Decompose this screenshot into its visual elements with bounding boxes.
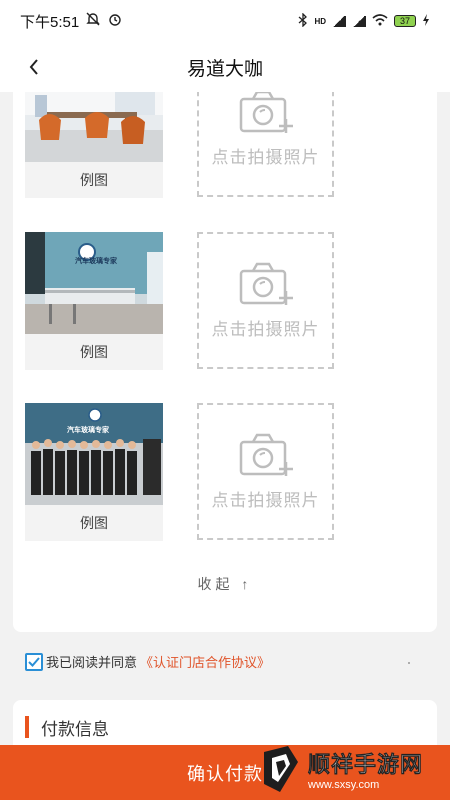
charging-icon xyxy=(422,13,430,29)
collapse-button[interactable]: 收起 ↑ xyxy=(13,574,437,594)
example-label: 例图 xyxy=(80,172,108,188)
agreement-text: 我已阅读并同意 xyxy=(46,655,138,670)
checkmark-icon xyxy=(28,656,40,667)
watermark: 顺祥手游网 www.sxsy.com xyxy=(258,738,448,800)
photo-sign-text: 汽车玻璃专家 xyxy=(67,427,109,434)
example-photo-item: 汽车玻璃专家 例图 xyxy=(25,403,163,541)
example-photo-staff: 汽车玻璃专家 xyxy=(25,403,163,505)
bluetooth-icon xyxy=(298,11,308,30)
status-bar: 下午5:51 HD 37 xyxy=(0,0,450,42)
alarm-icon xyxy=(107,11,123,31)
upload-photo-button[interactable]: 点击拍摄照片 xyxy=(197,92,334,197)
network-label: HD xyxy=(314,16,326,26)
mute-icon xyxy=(85,11,101,31)
watermark-logo-icon xyxy=(264,746,298,792)
camera-add-icon xyxy=(239,433,293,476)
upload-text: 点击拍摄照片 xyxy=(211,148,320,167)
example-label: 例图 xyxy=(80,344,108,360)
watermark-text: 顺祥手游网 www.sxsy.com xyxy=(308,747,423,791)
watermark-title: 顺祥手游网 xyxy=(308,752,424,778)
wifi-icon xyxy=(372,13,388,29)
agreement-link[interactable]: 《认证门店合作协议》 xyxy=(140,652,270,671)
example-photo-item: 例图 xyxy=(25,92,163,198)
example-photo-lounge xyxy=(25,92,163,162)
upload-photo-button[interactable]: 点击拍摄照片 xyxy=(197,232,334,369)
section-accent-bar xyxy=(25,716,29,738)
back-button[interactable] xyxy=(22,55,46,79)
photo-sign-text: 汽车玻璃专家 xyxy=(75,258,117,265)
signal-icon-2 xyxy=(352,15,366,27)
upload-text: 点击拍摄照片 xyxy=(211,320,320,339)
status-icons: HD 37 xyxy=(298,11,430,30)
watermark-url: www.sxsy.com xyxy=(308,779,380,791)
agreement-checkbox[interactable] xyxy=(25,652,43,671)
divider-dot xyxy=(408,662,410,664)
signal-icon xyxy=(332,15,346,27)
example-label: 例图 xyxy=(80,515,108,531)
status-time-group: 下午5:51 xyxy=(20,11,123,32)
upload-photo-button[interactable]: 点击拍摄照片 xyxy=(197,403,334,540)
battery-icon: 37 xyxy=(394,15,416,27)
camera-add-icon xyxy=(239,262,293,305)
status-time: 下午5:51 xyxy=(20,13,80,31)
photo-upload-card: 例图 点击拍摄照片 汽车玻璃专家 例图 点击拍摄照片 汽车玻璃专家 例图 点击拍… xyxy=(13,92,437,632)
payment-section-title: 付款信息 xyxy=(41,720,109,739)
nav-bar: 易道大咖 xyxy=(0,42,450,92)
upload-text: 点击拍摄照片 xyxy=(211,491,320,510)
camera-add-icon xyxy=(239,92,293,133)
example-photo-reception: 汽车玻璃专家 xyxy=(25,232,163,334)
confirm-payment-label: 确认付款 xyxy=(187,763,263,784)
chevron-left-icon xyxy=(29,59,38,75)
agreement-row: 我已阅读并同意 《认证门店合作协议》 xyxy=(25,652,270,671)
example-photo-item: 汽车玻璃专家 例图 xyxy=(25,232,163,370)
page-title: 易道大咖 xyxy=(186,58,263,80)
